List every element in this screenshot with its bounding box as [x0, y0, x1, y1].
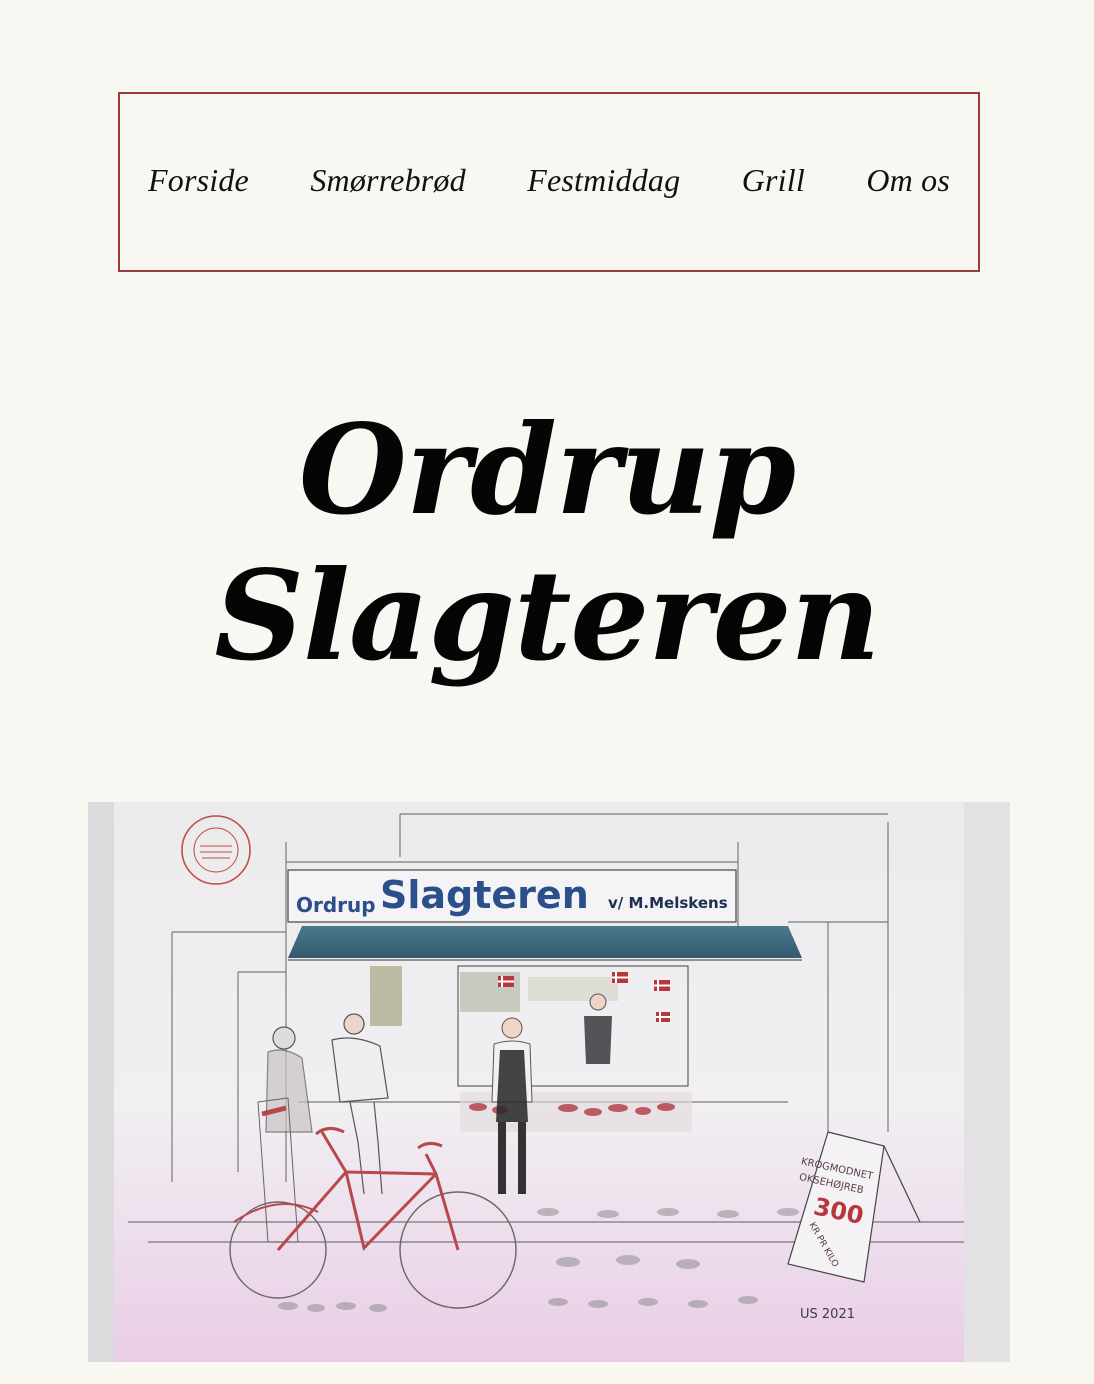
nav-link-grill[interactable]: Grill	[742, 162, 805, 198]
artist-signature: US 2021	[800, 1307, 855, 1322]
nav-item-om-os: Om os	[866, 162, 950, 199]
sign-ordrup-text: Ordrup	[296, 893, 376, 917]
page-title-line-1: Ordrup	[298, 398, 796, 543]
nav-item-grill: Grill	[742, 162, 805, 199]
sign-slagteren-text: Slagteren	[380, 873, 589, 917]
page-title: Ordrup Slagteren	[0, 398, 1094, 690]
shop-illustration: Ordrup Slagteren v/ M.Melskens KROGMODNE…	[88, 802, 1010, 1362]
nav-link-festmiddag[interactable]: Festmiddag	[527, 162, 680, 198]
nav-link-smorrebrod[interactable]: Smørrebrød	[310, 162, 465, 198]
page-title-line-2: Slagteren	[214, 544, 880, 689]
nav-item-smorrebrod: Smørrebrød	[310, 162, 465, 199]
sign-owner-text: v/ M.Melskens	[608, 894, 728, 912]
nav-item-festmiddag: Festmiddag	[527, 162, 680, 199]
shop-watercolor-drawing: Ordrup Slagteren v/ M.Melskens KROGMODNE…	[88, 802, 1010, 1362]
nav-item-forside: Forside	[148, 162, 249, 199]
shop-awning	[288, 926, 802, 958]
main-navigation: Forside Smørrebrød Festmiddag Grill Om o…	[118, 92, 980, 272]
nav-link-om-os[interactable]: Om os	[866, 162, 950, 198]
nav-link-forside[interactable]: Forside	[148, 162, 249, 198]
nav-list: Forside Smørrebrød Festmiddag Grill Om o…	[148, 162, 950, 199]
